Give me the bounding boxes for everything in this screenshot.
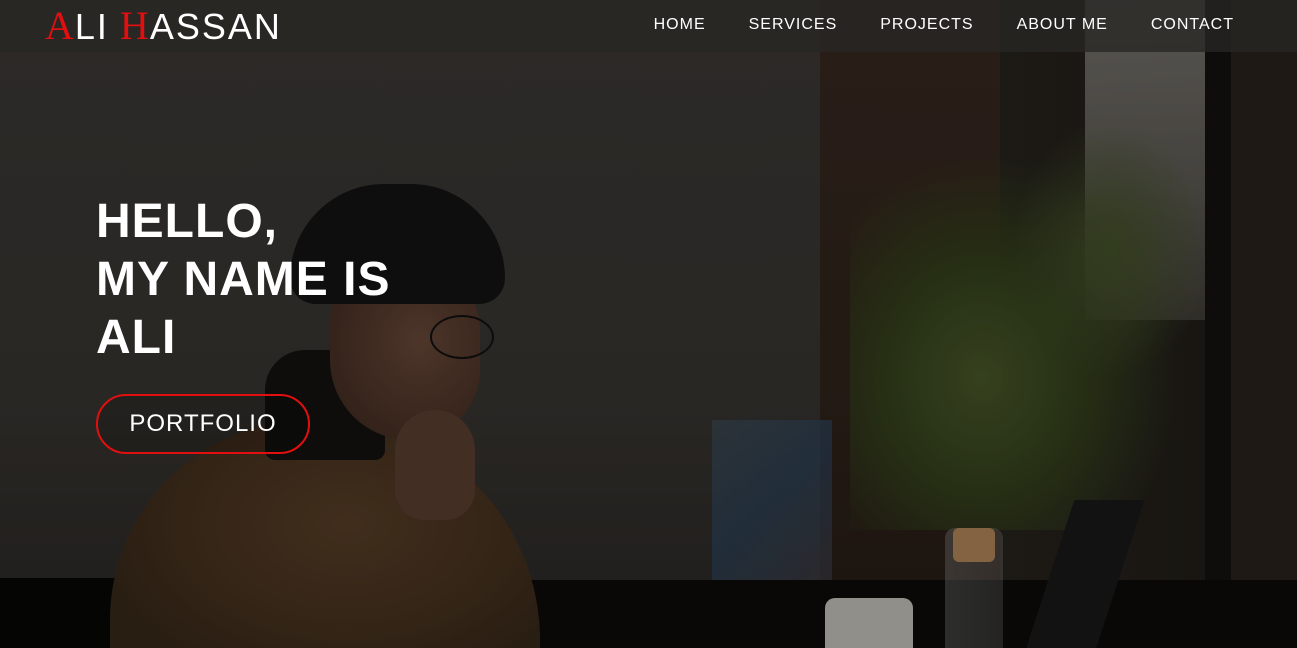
nav-link-contact[interactable]: CONTACT [1151,16,1234,34]
site-logo[interactable]: ALI HASSAN [45,4,282,49]
top-navbar: ALI HASSAN HOME SERVICES PROJECTS ABOUT … [0,0,1297,52]
hero-line-intro: MY NAME IS [96,253,391,306]
nav-link-about-me[interactable]: ABOUT ME [1017,16,1108,34]
nav-link-services[interactable]: SERVICES [749,16,838,34]
portfolio-button[interactable]: PORTFOLIO [96,394,310,454]
nav-link-home[interactable]: HOME [654,16,706,34]
nav-links: HOME SERVICES PROJECTS ABOUT ME CONTACT [611,0,1234,50]
logo-first-rest: LI [74,6,109,47]
hero-section: ALI HASSAN HOME SERVICES PROJECTS ABOUT … [0,0,1297,648]
nav-link-projects[interactable]: PROJECTS [880,16,973,34]
hero-line-greeting: HELLO, [96,195,278,248]
logo-first-initial: A [45,3,75,48]
logo-last-initial: H [119,3,150,48]
hero-line-name: ALI [96,311,177,364]
hero-headline: HELLO, MY NAME IS ALI [96,193,390,367]
logo-last-rest: ASSAN [149,6,282,47]
